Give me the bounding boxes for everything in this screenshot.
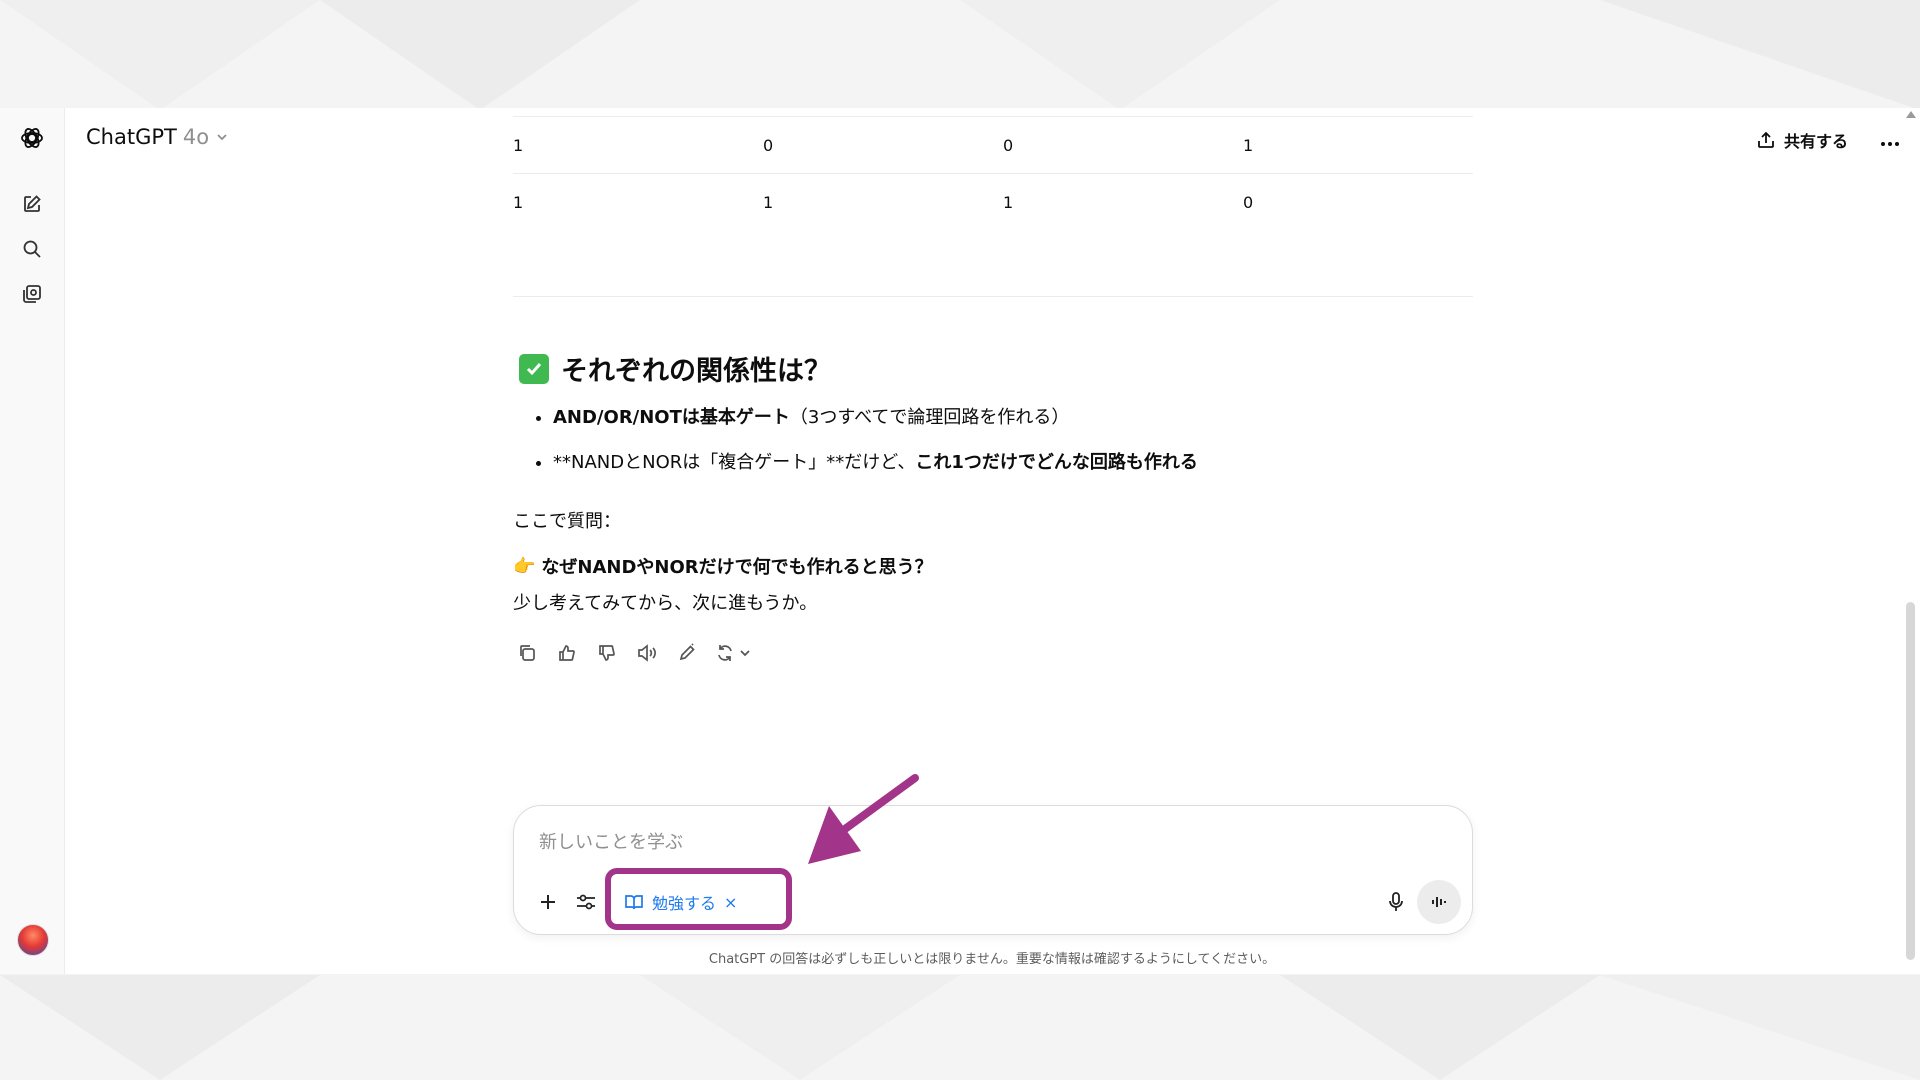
add-attachment-icon[interactable]: [532, 886, 564, 918]
table-row: 1 0 0 1: [513, 117, 1473, 174]
share-icon: [1758, 131, 1774, 148]
table-cell: 0: [1243, 193, 1254, 212]
tools-sliders-icon[interactable]: [570, 886, 602, 918]
prompt-input[interactable]: 新しいことを学ぶ: [539, 828, 683, 854]
new-chat-icon[interactable]: [16, 188, 48, 220]
table-cell: 1: [1003, 193, 1014, 212]
bullet-bold-text: これ1つだけでどんな回路も作れる: [915, 452, 1198, 473]
scroll-up-arrow[interactable]: [1906, 111, 1916, 118]
share-button[interactable]: 共有する: [1756, 128, 1848, 152]
read-aloud-icon[interactable]: [633, 639, 661, 667]
question-intro: ここで質問：: [513, 511, 621, 532]
table-cell: 1: [513, 136, 524, 155]
list-item: **NANDとNORは「複合ゲート」**だけど、これ1つだけでどんな回路も作れる: [553, 440, 1453, 485]
bullet-list: AND/OR/NOTは基本ゲート（3つすべてで論理回路を作れる） **NANDと…: [513, 395, 1453, 485]
model-selector[interactable]: ChatGPT 4o: [86, 125, 229, 149]
table-cell: 1: [763, 193, 774, 212]
followup-text: 少し考えてみてから、次に進もうか。: [513, 593, 818, 614]
model-name: ChatGPT: [86, 125, 177, 149]
section-heading: それぞれの関係性は？: [519, 349, 831, 388]
edit-pencil-icon[interactable]: [673, 639, 701, 667]
search-icon[interactable]: [16, 233, 48, 265]
annotation-highlight-box: [605, 868, 792, 930]
thumbs-down-icon[interactable]: [593, 639, 621, 667]
model-version: 4o: [182, 125, 210, 149]
heading-text: それぞれの関係性は？: [561, 356, 831, 387]
question-line: 👉 なぜNANDやNORだけで何でも作れると思う？: [513, 553, 933, 579]
openai-logo-icon[interactable]: [16, 122, 48, 154]
message-actions: [513, 639, 757, 667]
pointing-hand-icon: 👉: [513, 555, 536, 577]
check-mark-icon: [519, 353, 549, 384]
disclaimer-text: ChatGPT の回答は必ずしも正しいとは限りません。重要な情報は確認するように…: [708, 952, 1276, 967]
thumbs-up-icon[interactable]: [553, 639, 581, 667]
waveform-icon: [1432, 897, 1446, 907]
bullet-bold-text: AND/OR/NOTは基本ゲート: [553, 407, 790, 428]
chevron-down-icon: [217, 134, 227, 141]
share-label: 共有する: [1784, 132, 1849, 151]
more-options-icon[interactable]: [1880, 132, 1900, 151]
chatgpt-window: ChatGPT 4o 共有する 1 0 0 1 1 1 1 0 それぞれの関係性…: [0, 108, 1920, 974]
table-row: 1 1 1 0: [513, 174, 1473, 297]
question-text: なぜNANDやNORだけで何でも作れると思う？: [541, 557, 933, 578]
bullet-text: **NANDとNORは「複合ゲート」**だけど、: [553, 452, 916, 473]
microphone-icon[interactable]: [1380, 886, 1412, 918]
regenerate-icon[interactable]: [713, 639, 757, 667]
table-cell: 0: [1003, 136, 1014, 155]
table-cell: 0: [763, 136, 774, 155]
copy-icon[interactable]: [513, 639, 541, 667]
library-icon[interactable]: [16, 278, 48, 310]
voice-mode-button[interactable]: [1417, 880, 1461, 924]
list-item: AND/OR/NOTは基本ゲート（3つすべてで論理回路を作れる）: [553, 395, 1453, 440]
sidebar-rail: [0, 108, 65, 974]
conversation: 1 0 0 1 1 1 1 0 それぞれの関係性は？ AND/OR/NOTは基本…: [513, 108, 1473, 662]
bullet-text: （3つすべてで論理回路を作れる）: [789, 407, 1070, 428]
table-cell: 1: [1243, 136, 1254, 155]
table-cell: 1: [513, 193, 524, 212]
scrollbar-thumb[interactable]: [1906, 602, 1915, 960]
